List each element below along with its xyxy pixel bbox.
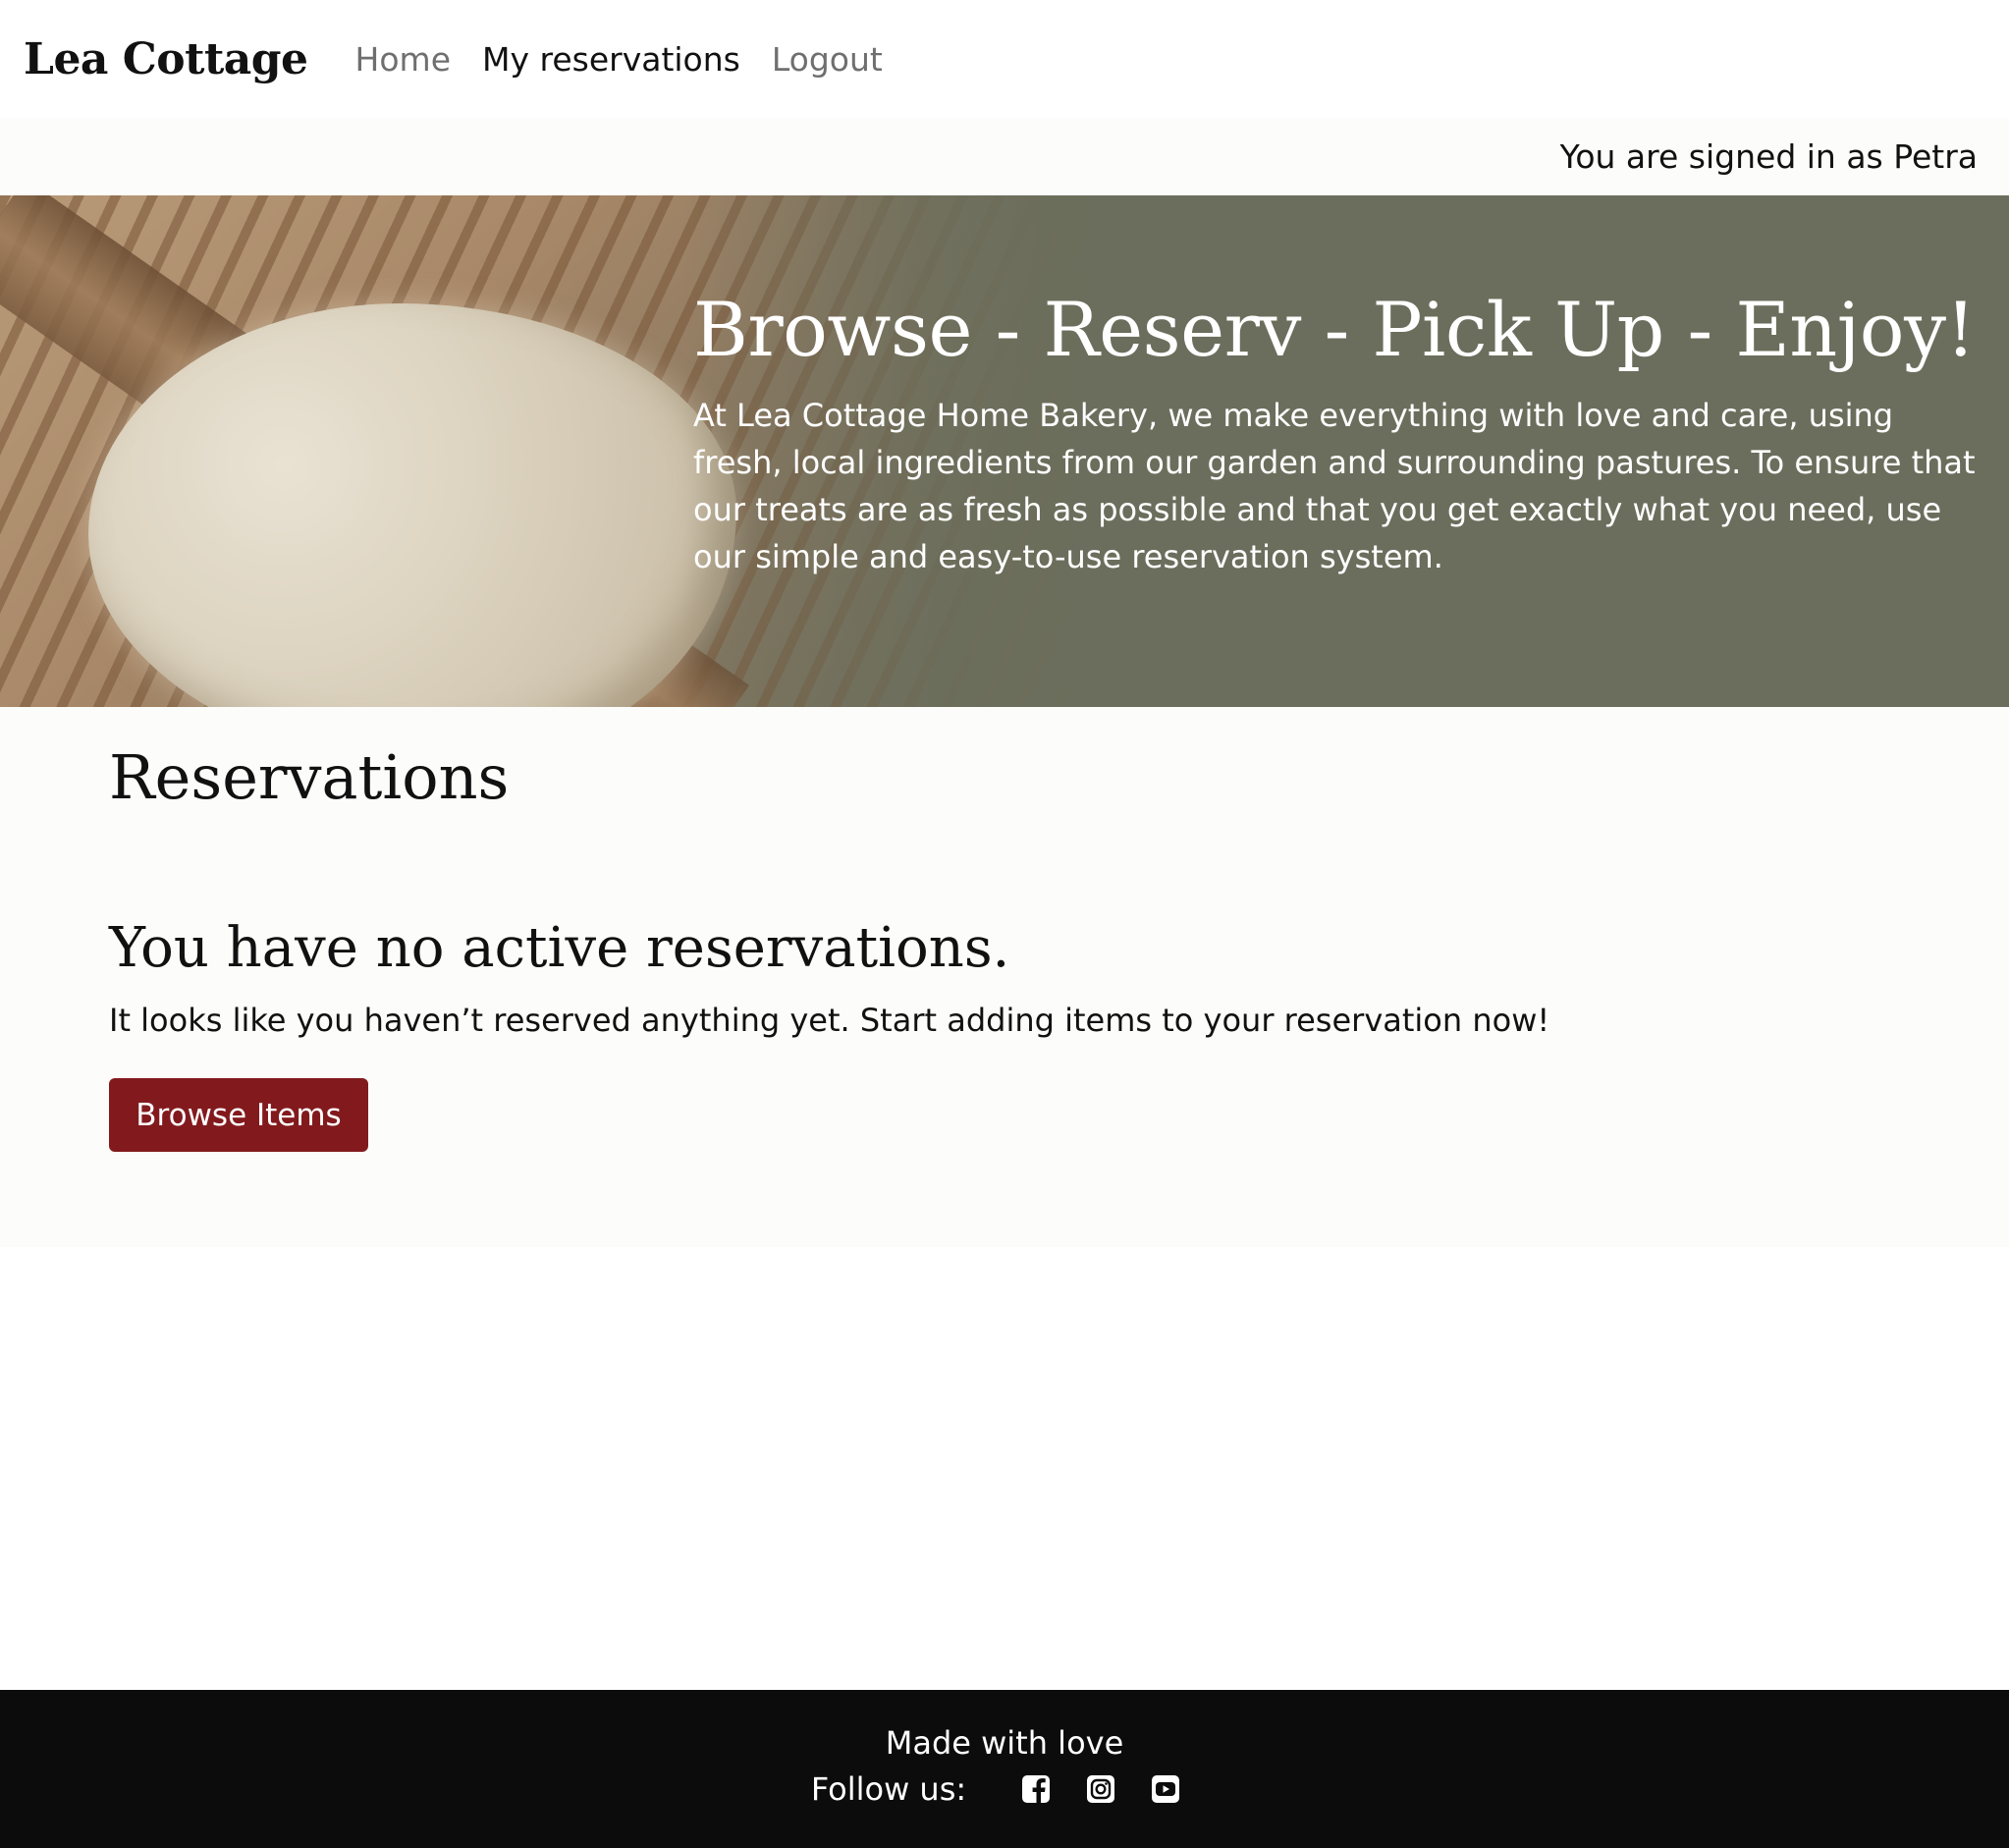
nav-link-logout[interactable]: Logout [772, 40, 883, 79]
page-title: Reservations [109, 741, 510, 813]
hero-title: Browse - Reserv - Pick Up - Enjoy! [693, 286, 1976, 373]
follow-us-label: Follow us: [810, 1770, 967, 1808]
empty-state-title: You have no active reservations. [109, 916, 1010, 980]
nav-link-home[interactable]: Home [355, 40, 451, 79]
footer-made-with-love: Made with love [885, 1724, 1124, 1762]
instagram-icon[interactable] [1085, 1773, 1116, 1805]
nav-link-my-reservations[interactable]: My reservations [482, 40, 740, 79]
footer: Made with love Follow us: [0, 1690, 2009, 1848]
signed-in-text: You are signed in as Petra [1559, 137, 1978, 176]
brand-logo[interactable]: Lea Cottage [24, 34, 308, 84]
reservations-section: Reservations You have no active reservat… [0, 707, 2009, 1247]
youtube-icon[interactable] [1150, 1773, 1181, 1805]
top-navbar: Lea Cottage Home My reservations Logout [0, 0, 2009, 118]
hero-description: At Lea Cottage Home Bakery, we make ever… [693, 397, 1976, 575]
footer-follow-row: Follow us: [0, 1770, 2009, 1808]
empty-state-text: It looks like you haven’t reserved anyth… [109, 1002, 1550, 1039]
browse-items-button[interactable]: Browse Items [109, 1078, 368, 1152]
facebook-icon[interactable] [1020, 1773, 1052, 1805]
signed-in-bar: You are signed in as Petra [0, 118, 2009, 195]
hero-banner: Browse - Reserv - Pick Up - Enjoy! At Le… [0, 195, 2009, 707]
